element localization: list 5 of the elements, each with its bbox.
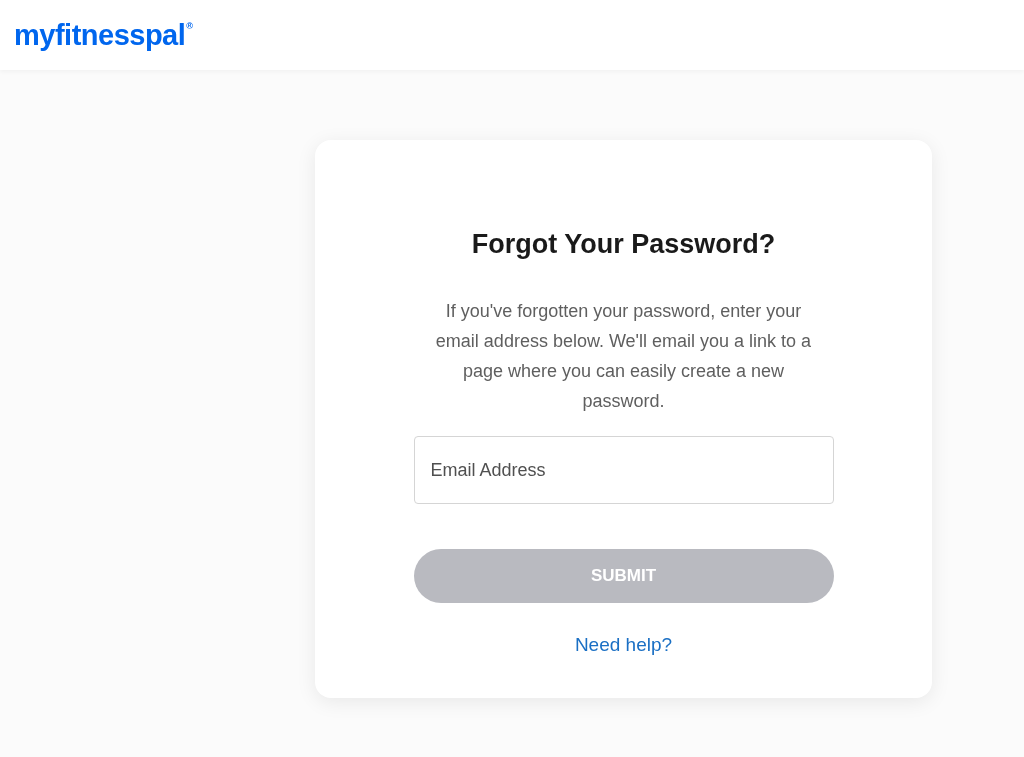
description: If you've forgotten your password, enter your email address below. We'll email you a link to a page where you can easily create a new password. (434, 300, 813, 413)
title: Forgot Your Password? (471, 228, 776, 261)
logo[interactable]: myfitnesspal® (14, 16, 193, 54)
email-field[interactable]: Email Address (413, 436, 834, 504)
help-link[interactable]: Need help? (574, 631, 673, 660)
